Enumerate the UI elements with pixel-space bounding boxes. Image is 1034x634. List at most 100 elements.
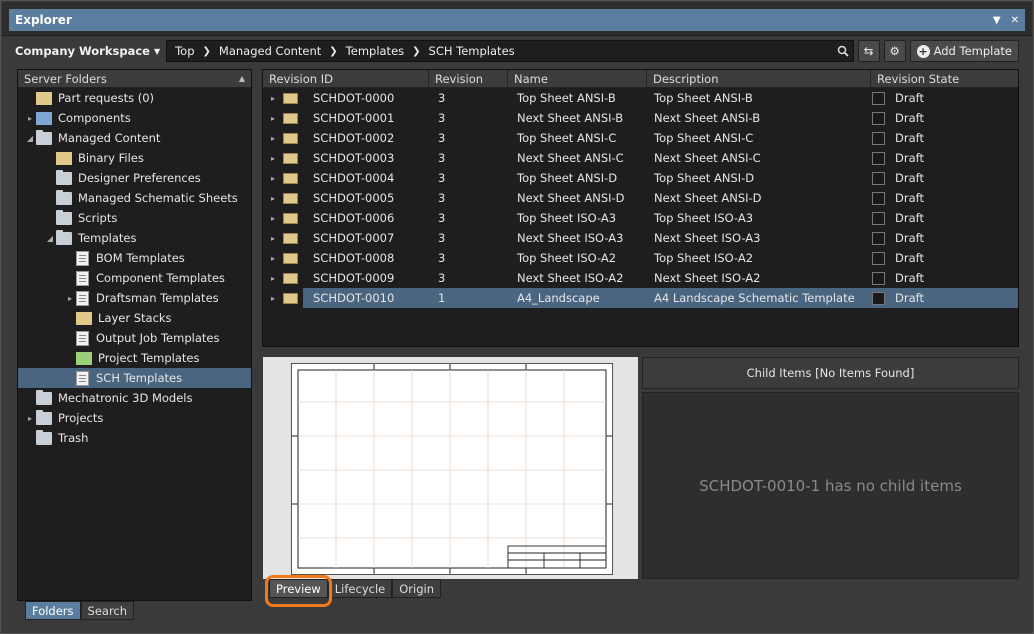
revision-state-label: Draft [895, 151, 924, 165]
tree-item-label: Components [58, 111, 131, 125]
breadcrumb-item[interactable]: SCH Templates [427, 44, 517, 58]
table-row[interactable]: ▸ SCHDOT-0006 3 Top Sheet ISO-A3 Top Sheet I… [263, 208, 1018, 228]
collapse-icon[interactable]: ◢ [24, 134, 36, 143]
revision-id-cell: SCHDOT-0007 [313, 231, 395, 245]
chevron-right-icon: ❯ [412, 45, 421, 57]
revision-state-label: Draft [895, 131, 924, 145]
tree-item[interactable]: Part requests (0) [18, 88, 251, 108]
expand-icon[interactable]: ▸ [263, 228, 283, 248]
table-row[interactable]: ▸ SCHDOT-0005 3 Next Sheet ANSI-D Next Sheet… [263, 188, 1018, 208]
tree-item[interactable]: SCH Templates [18, 368, 251, 388]
tab-folders[interactable]: Folders [25, 601, 81, 620]
column-header-revision[interactable]: Revision [429, 70, 508, 87]
revision-id-cell: SCHDOT-0002 [313, 131, 395, 145]
state-checkbox[interactable] [872, 131, 885, 145]
expand-icon[interactable]: ▸ [263, 208, 283, 228]
state-checkbox[interactable] [872, 291, 885, 305]
breadcrumb-item[interactable]: Templates [344, 44, 406, 58]
table-row[interactable]: ▸ SCHDOT-0010 1 A4_Landscape A4 Landscape Sc… [263, 288, 1018, 308]
tree-item[interactable]: Binary Files [18, 148, 251, 168]
tree-item[interactable]: Project Templates [18, 348, 251, 368]
expand-icon[interactable]: ▸ [64, 294, 76, 303]
tree-item-label: Projects [58, 411, 104, 425]
table-row[interactable]: ▸ SCHDOT-0007 3 Next Sheet ISO-A3 Next Sheet… [263, 228, 1018, 248]
refresh-button[interactable]: ⇆ [857, 40, 880, 62]
tree-item[interactable]: Output Job Templates [18, 328, 251, 348]
tree-item[interactable]: Layer Stacks [18, 308, 251, 328]
state-checkbox[interactable] [872, 111, 885, 125]
add-template-button[interactable]: + Add Template [909, 40, 1019, 62]
state-checkbox[interactable] [872, 211, 885, 225]
tree-item[interactable]: ◢ Templates [18, 228, 251, 248]
expand-icon[interactable]: ▸ [263, 188, 283, 208]
table-row[interactable]: ▸ SCHDOT-0001 3 Next Sheet ANSI-B Next Sheet… [263, 108, 1018, 128]
tree-item[interactable]: Designer Preferences [18, 168, 251, 188]
state-checkbox[interactable] [872, 91, 885, 105]
expand-icon[interactable]: ▸ [263, 248, 283, 268]
table-row[interactable]: ▸ SCHDOT-0008 3 Top Sheet ISO-A2 Top Sheet I… [263, 248, 1018, 268]
breadcrumb-item[interactable]: Top [173, 44, 196, 58]
table-row[interactable]: ▸ SCHDOT-0000 3 Top Sheet ANSI-B Top Sheet A… [263, 88, 1018, 108]
collapse-icon[interactable]: ◢ [44, 234, 56, 243]
state-checkbox[interactable] [872, 191, 885, 205]
tree-item[interactable]: Trash [18, 428, 251, 448]
expand-icon[interactable]: ▸ [263, 88, 283, 108]
expand-icon[interactable]: ▸ [263, 168, 283, 188]
state-checkbox[interactable] [872, 151, 885, 165]
state-checkbox[interactable] [872, 271, 885, 285]
revision-cell: 3 [438, 251, 446, 265]
table-row[interactable]: ▸ SCHDOT-0003 3 Next Sheet ANSI-C Next Sheet… [263, 148, 1018, 168]
table-row[interactable]: ▸ SCHDOT-0009 3 Next Sheet ISO-A2 Next Sheet… [263, 268, 1018, 288]
revision-state-cell: Draft [866, 148, 1018, 168]
expand-icon[interactable]: ▸ [263, 288, 283, 308]
server-folders-header[interactable]: Server Folders ▲ [18, 70, 251, 88]
tree-item[interactable]: ▸ Projects [18, 408, 251, 428]
table-row[interactable]: ▸ SCHDOT-0004 3 Top Sheet ANSI-D Top Sheet A… [263, 168, 1018, 188]
tree-item[interactable]: ▸ Components [18, 108, 251, 128]
close-icon[interactable]: ✕ [1011, 15, 1019, 26]
dropdown-arrow-icon[interactable]: ▼ [993, 15, 1001, 26]
expand-icon[interactable]: ▸ [263, 148, 283, 168]
expand-icon[interactable]: ▸ [24, 114, 36, 123]
breadcrumb-item[interactable]: Managed Content [217, 44, 323, 58]
panel-tabs: Folders Search [25, 601, 135, 620]
tab-preview[interactable]: Preview [269, 579, 328, 598]
chevron-right-icon: ❯ [202, 45, 211, 57]
state-checkbox[interactable] [872, 171, 885, 185]
tree-item[interactable]: Component Templates [18, 268, 251, 288]
state-checkbox[interactable] [872, 251, 885, 265]
column-header-revision-id[interactable]: Revision ID [263, 70, 429, 87]
table-row[interactable]: ▸ SCHDOT-0002 3 Top Sheet ANSI-C Top Sheet A… [263, 128, 1018, 148]
tree-item[interactable]: BOM Templates [18, 248, 251, 268]
tab-origin[interactable]: Origin [392, 579, 441, 598]
preferences-folder-icon [56, 169, 72, 185]
tree-item[interactable]: ▸ Draftsman Templates [18, 288, 251, 308]
expand-icon[interactable]: ▸ [263, 108, 283, 128]
state-checkbox[interactable] [872, 231, 885, 245]
tree-item[interactable]: Managed Schematic Sheets [18, 188, 251, 208]
revision-id-cell: SCHDOT-0003 [313, 151, 395, 165]
search-icon[interactable] [833, 45, 853, 57]
tab-lifecycle[interactable]: Lifecycle [327, 579, 393, 598]
column-header-description[interactable]: Description [647, 70, 871, 87]
expand-icon[interactable]: ▸ [263, 268, 283, 288]
breadcrumb[interactable]: Top ❯ Managed Content ❯ Templates ❯ SCH … [166, 40, 854, 62]
plus-icon: + [916, 44, 930, 58]
expand-icon[interactable]: ▸ [263, 128, 283, 148]
column-header-revision-state[interactable]: Revision State [871, 70, 1018, 87]
settings-button[interactable]: ⚙ [883, 40, 906, 62]
revision-cell: 1 [430, 288, 509, 308]
tree-item[interactable]: Scripts [18, 208, 251, 228]
tab-search[interactable]: Search [80, 601, 135, 620]
template-item-icon [283, 88, 303, 108]
folder-icon [283, 232, 298, 244]
folder-icon [283, 112, 298, 124]
grid-header: Revision ID Revision Name Description Re… [263, 70, 1018, 88]
tree-item[interactable]: Mechatronic 3D Models [18, 388, 251, 408]
workspace-selector[interactable]: Company Workspace ▼ [15, 40, 166, 62]
column-header-name[interactable]: Name [508, 70, 647, 87]
title-bar-inner[interactable]: Explorer ▼ ✕ [9, 9, 1025, 31]
tree-item[interactable]: ◢ Managed Content [18, 128, 251, 148]
expand-icon[interactable]: ▸ [24, 414, 36, 423]
revision-state-cell: Draft [866, 128, 1018, 148]
